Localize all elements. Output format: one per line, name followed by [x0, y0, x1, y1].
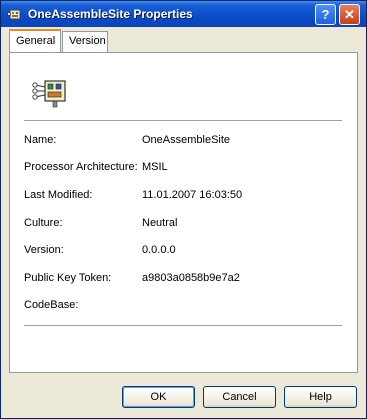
assembly-icon — [7, 9, 21, 20]
tab-version[interactable]: Version — [62, 31, 108, 52]
public-key-token-row: Public Key Token: a9803a0858b9e7a2 — [24, 272, 344, 286]
version-label: Version: — [24, 244, 64, 256]
general-panel: Name: OneAssembleSite Processor Architec… — [9, 52, 358, 373]
last-modified-row: Last Modified: 11.01.2007 16:03:50 — [24, 189, 344, 203]
culture-row: Culture: Neutral — [24, 217, 344, 231]
codebase-row: CodeBase: — [24, 299, 344, 313]
culture-label: Culture: — [24, 217, 63, 229]
title-help-button[interactable]: ? — [315, 4, 336, 25]
name-row: Name: OneAssembleSite — [24, 134, 344, 148]
version-value: 0.0.0.0 — [142, 244, 176, 256]
last-modified-label: Last Modified: — [24, 189, 93, 201]
tab-general[interactable]: General — [9, 29, 61, 52]
last-modified-value: 11.01.2007 16:03:50 — [142, 189, 243, 201]
processor-architecture-row: Processor Architecture: MSIL — [24, 161, 344, 175]
public-key-token-value: a9803a0858b9e7a2 — [142, 272, 240, 284]
divider — [24, 120, 342, 121]
title-bar[interactable]: OneAssembleSite Properties ? ✕ — [1, 1, 366, 27]
properties-dialog: OneAssembleSite Properties ? ✕ General V… — [0, 0, 367, 419]
public-key-token-label: Public Key Token: — [24, 272, 112, 284]
culture-value: Neutral — [142, 217, 178, 229]
codebase-label: CodeBase: — [24, 299, 79, 311]
processor-architecture-value: MSIL — [142, 161, 168, 173]
name-label: Name: — [24, 134, 57, 146]
divider — [24, 325, 342, 326]
cancel-button[interactable]: Cancel — [203, 386, 276, 408]
ok-button[interactable]: OK — [122, 386, 195, 408]
close-button[interactable]: ✕ — [339, 4, 360, 25]
processor-architecture-label: Processor Architecture: — [24, 161, 138, 173]
version-row: Version: 0.0.0.0 — [24, 244, 344, 258]
help-button[interactable]: Help — [284, 386, 357, 408]
name-value: OneAssembleSite — [142, 134, 231, 146]
window-title: OneAssembleSite Properties — [28, 7, 193, 21]
assembly-icon — [32, 80, 66, 108]
